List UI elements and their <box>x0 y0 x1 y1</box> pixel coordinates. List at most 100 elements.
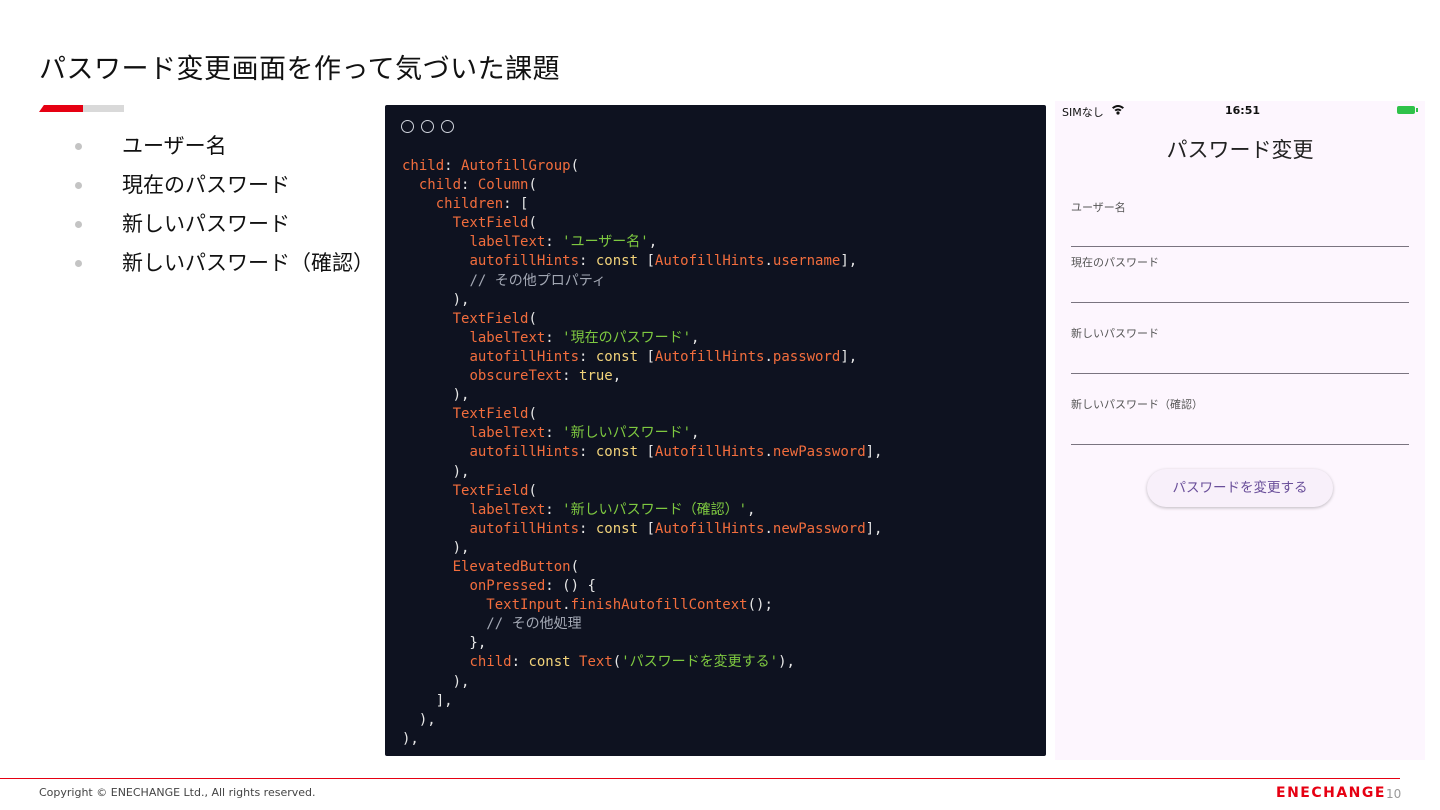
code-line: ), <box>402 386 882 405</box>
code-token: child <box>469 654 512 671</box>
username-field[interactable]: ユーザー名 <box>1071 199 1409 247</box>
code-token: autofillHints <box>469 520 580 537</box>
code-token: labelText <box>469 425 546 442</box>
code-token: child <box>402 158 445 174</box>
field-label: 新しいパスワード（確認） <box>1071 398 1203 411</box>
code-token: : <box>579 253 596 270</box>
code-token: labelText <box>469 501 546 518</box>
code-line: autofillHints: const [AutofillHints.pass… <box>402 348 882 367</box>
code-token: TextField <box>452 310 529 327</box>
code-token: ( <box>528 177 537 194</box>
change-password-button[interactable]: パスワードを変更する <box>1147 469 1333 507</box>
accent-bar-gray <box>83 105 124 112</box>
bullet-dot-icon <box>75 260 82 267</box>
code-line: child: const Text('パスワードを変更する'), <box>402 653 882 672</box>
code-token: : <box>545 501 563 518</box>
code-line: ), <box>402 673 882 692</box>
code-token: [ <box>638 348 655 365</box>
code-line: labelText: '現在のパスワード', <box>402 329 882 348</box>
new-password-field[interactable]: 新しいパスワード <box>1071 325 1409 374</box>
code-line: child: Column( <box>402 176 882 195</box>
confirm-password-field[interactable]: 新しいパスワード（確認） <box>1071 396 1409 445</box>
code-token: [ <box>638 444 655 461</box>
code-token: username <box>772 253 841 270</box>
bullet-dot-icon <box>75 143 82 150</box>
code-token: '現在のパスワード' <box>562 329 692 346</box>
code-token: child <box>418 177 462 194</box>
code-token: TextField <box>452 215 529 232</box>
code-line: obscureText: true, <box>402 367 882 386</box>
code-line: }, <box>402 634 882 653</box>
code-line: TextInput.finishAutofillContext(); <box>402 596 882 615</box>
code-token: }, <box>402 635 487 652</box>
code-token: ), <box>402 291 470 308</box>
code-token: ( <box>570 158 580 174</box>
code-token: autofillHints <box>469 348 580 365</box>
code-token: // その他プロパティ <box>469 272 606 289</box>
code-token: obscureText <box>469 368 563 385</box>
code-token: 'ユーザー名' <box>562 234 649 251</box>
code-token: : <box>545 425 563 442</box>
code-token: finishAutofillContext <box>570 597 748 614</box>
code-token: labelText <box>469 329 546 346</box>
field-label: ユーザー名 <box>1071 201 1126 214</box>
code-token: TextField <box>452 482 529 499</box>
code-line: onPressed: () { <box>402 577 882 596</box>
code-token: ElevatedButton <box>452 558 571 575</box>
code-token: 'パスワードを変更する' <box>621 654 779 671</box>
code-line: labelText: '新しいパスワード', <box>402 424 882 443</box>
bullet-item: 現在のパスワード <box>72 169 374 208</box>
code-token: ( <box>528 406 537 423</box>
footer-divider <box>0 778 1400 779</box>
code-line: autofillHints: const [AutofillHints.newP… <box>402 520 882 539</box>
code-line: ElevatedButton( <box>402 558 882 577</box>
code-window: child: AutofillGroup( child: Column( chi… <box>385 105 1046 756</box>
code-token: (); <box>747 597 773 614</box>
code-token: newPassword <box>772 520 866 537</box>
status-bar: SIMなし 16:51 <box>1055 101 1425 121</box>
code-token: : <box>562 368 580 385</box>
code-token: TextInput <box>486 597 563 614</box>
code-token: , <box>612 368 622 385</box>
window-dot-icon <box>421 120 434 133</box>
current-password-field[interactable]: 現在のパスワード <box>1071 254 1409 303</box>
code-token: ( <box>528 310 537 327</box>
code-token: '新しいパスワード' <box>562 425 692 442</box>
phone-screenshot: SIMなし 16:51 パスワード変更 ユーザー名 現在のパスワード 新しいパス… <box>1055 101 1425 760</box>
code-token: ), <box>402 730 419 747</box>
page-title: パスワード変更 <box>1166 138 1314 162</box>
code-token: autofillHints <box>469 444 580 461</box>
code-token: ), <box>402 711 436 728</box>
code-token: ( <box>528 482 537 499</box>
code-token: : <box>444 158 462 174</box>
code-line: ], <box>402 692 882 711</box>
carrier-label: SIMなし <box>1062 106 1104 119</box>
title-accent-bar <box>39 105 124 112</box>
code-token: children <box>435 196 504 213</box>
code-token: : <box>511 654 529 671</box>
code-token: AutofillGroup <box>461 158 571 174</box>
code-line: child: AutofillGroup( <box>402 157 882 176</box>
window-dot-icon <box>401 120 414 133</box>
code-line: TextField( <box>402 310 882 329</box>
code-token: const <box>595 253 639 270</box>
code-line: ), <box>402 711 882 730</box>
code-token: . <box>764 520 773 537</box>
bullet-list: ユーザー名 現在のパスワード 新しいパスワード 新しいパスワード（確認） <box>72 130 374 286</box>
code-token: : <box>579 444 596 461</box>
code-token: : [ <box>503 196 529 213</box>
field-label: 新しいパスワード <box>1071 327 1159 340</box>
